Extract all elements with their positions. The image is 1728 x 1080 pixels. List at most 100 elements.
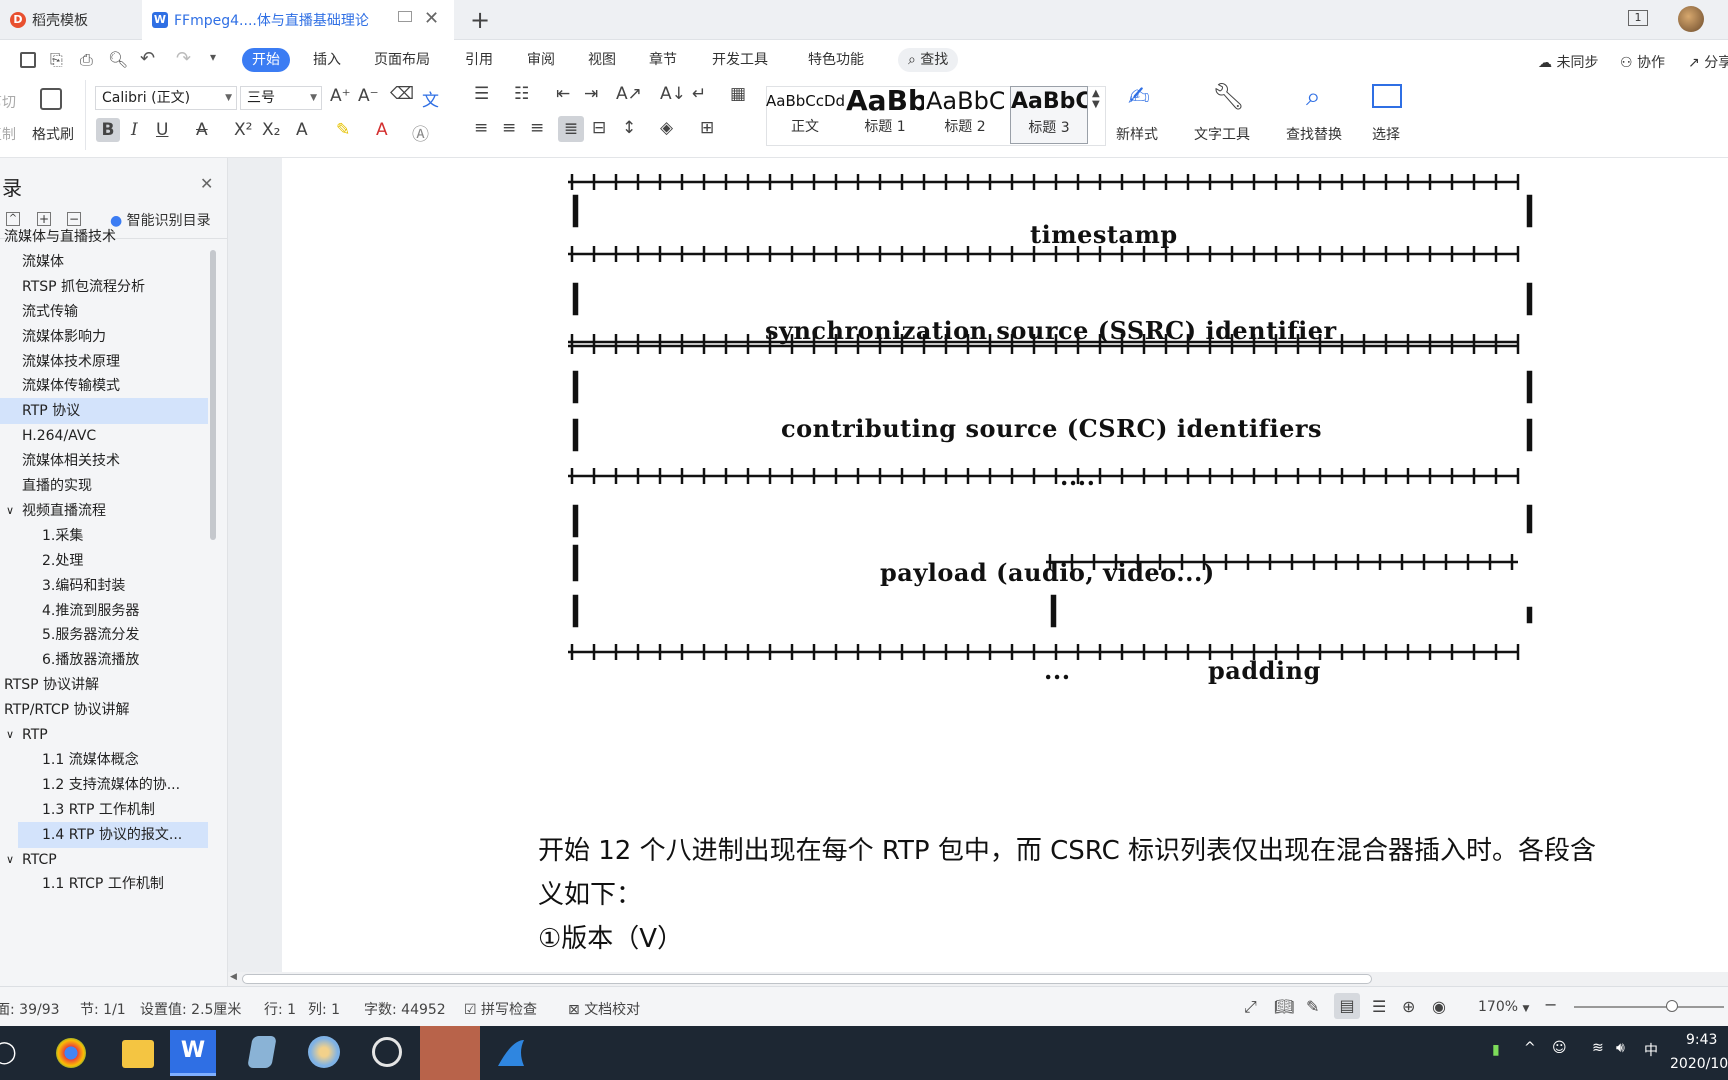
style-normal[interactable]: AaBbCcDd 正文 — [766, 86, 844, 144]
toc-item[interactable]: RTP — [22, 722, 200, 748]
wifi-icon[interactable]: ≋ — [1592, 1040, 1604, 1056]
table-icon[interactable]: ▦ — [730, 84, 746, 104]
chevron-down-icon[interactable]: ▾ — [210, 50, 216, 64]
menu-chapter[interactable]: 章节 — [649, 48, 677, 72]
spell-check-button[interactable]: ☑ 拼写检查 — [464, 999, 537, 1019]
grow-font-icon[interactable]: A⁺ — [330, 86, 351, 106]
cut-button[interactable]: 剪切 — [0, 92, 16, 112]
toc-item[interactable]: 流式传输 — [22, 299, 200, 325]
line-spacing-icon[interactable]: ↕ — [622, 118, 636, 138]
battery-icon[interactable]: ▮ — [1492, 1042, 1500, 1058]
menu-developer[interactable]: 开发工具 — [712, 48, 768, 72]
share-button[interactable]: ↗ 分享 — [1688, 52, 1728, 72]
scroll-left-icon[interactable]: ◀ — [230, 972, 237, 982]
tab-docer[interactable]: D 稻壳模板 — [0, 0, 138, 40]
toc-item[interactable]: 流媒体与直播技术 — [4, 224, 200, 250]
distribute-icon[interactable]: ⊟ — [592, 118, 606, 138]
toc-item[interactable]: RTSP 抓包流程分析 — [22, 274, 200, 300]
monitor-icon[interactable] — [398, 11, 412, 22]
start-icon[interactable]: ◯ — [0, 1040, 17, 1065]
obs-icon[interactable] — [372, 1037, 402, 1067]
gallery-scroll-icon[interactable]: ▲ ▼ — [1092, 88, 1100, 110]
menu-insert[interactable]: 插入 — [313, 48, 341, 72]
document-page[interactable]: timestamp synchronization source (SSRC) … — [282, 158, 1728, 986]
tab-document[interactable]: W FFmpeg4....体与直播基础理论 ✕ — [142, 0, 454, 40]
toc-item[interactable]: 1.采集 — [42, 523, 200, 549]
find-replace-button[interactable]: 查找替换 — [1286, 124, 1342, 144]
font-size-select[interactable]: 三号 ▼ — [240, 86, 322, 110]
fullscreen-icon[interactable]: ⤢ — [1244, 997, 1257, 1017]
increase-indent-icon[interactable]: ⇥ — [584, 84, 598, 104]
highlight-icon[interactable]: ✎ — [336, 120, 350, 140]
undo-icon[interactable]: ↶ — [140, 48, 155, 69]
shading-icon[interactable]: ◈ — [660, 118, 673, 138]
toc-item[interactable]: 1.1 流媒体概念 — [42, 747, 200, 773]
menu-view[interactable]: 视图 — [588, 48, 616, 72]
toc-item[interactable]: 2.处理 — [42, 548, 200, 574]
collaborate-button[interactable]: ⚇ 协作 — [1620, 52, 1665, 72]
menu-references[interactable]: 引用 — [465, 48, 493, 72]
new-style-button[interactable]: 新样式 — [1116, 124, 1158, 144]
bold-icon[interactable]: B — [96, 118, 120, 142]
chevron-down-icon[interactable]: ∨ — [6, 847, 14, 873]
clock-time[interactable]: 9:43 — [1686, 1032, 1717, 1048]
scrollbar-thumb[interactable] — [210, 250, 216, 540]
decrease-indent-icon[interactable]: ⇤ — [556, 84, 570, 104]
chevron-down-icon[interactable]: ∨ — [6, 498, 14, 524]
word-count[interactable]: 字数: 44952 — [364, 999, 446, 1019]
media-app-icon[interactable] — [420, 1026, 480, 1080]
toc-item[interactable]: 4.推流到服务器 — [42, 598, 200, 624]
toc-item[interactable]: H.264/AVC — [22, 423, 200, 449]
font-name-select[interactable]: Calibri (正文) ▼ — [95, 86, 237, 110]
ime-indicator[interactable]: 中 — [1644, 1040, 1658, 1060]
toc-item[interactable]: 流媒体影响力 — [22, 324, 200, 350]
slider-handle[interactable] — [1666, 1000, 1678, 1012]
text-effect-icon[interactable]: A — [296, 120, 308, 140]
preview-icon[interactable]: 🔍︎ — [108, 50, 128, 69]
underline-icon[interactable]: U — [156, 120, 168, 140]
toc-item[interactable]: 5.服务器流分发 — [42, 622, 200, 648]
notepad-icon[interactable] — [247, 1036, 277, 1068]
wireshark-icon[interactable] — [494, 1036, 528, 1070]
horizontal-scrollbar[interactable]: ◀ — [228, 972, 1728, 986]
align-left-icon[interactable]: ≡ — [474, 118, 488, 138]
redo-icon[interactable]: ↷ — [176, 48, 191, 69]
search-button[interactable]: ⌕ 查找 — [898, 48, 959, 72]
toc-item[interactable]: 1.4 RTP 协议的报文... — [42, 822, 200, 848]
style-heading-3[interactable]: AaBbC 标题 3 — [1010, 86, 1088, 144]
toc-item[interactable]: 流媒体技术原理 — [22, 349, 200, 375]
menu-layout[interactable]: 页面布局 — [374, 48, 430, 72]
menu-review[interactable]: 审阅 — [527, 48, 555, 72]
strikethrough-icon[interactable]: A — [196, 120, 208, 140]
align-center-icon[interactable]: ≡ — [502, 118, 516, 138]
subscript-icon[interactable]: X₂ — [262, 120, 280, 140]
char-border-icon[interactable]: Ⓐ — [412, 120, 429, 145]
toc-item[interactable]: RTSP 协议讲解 — [4, 672, 200, 698]
scrollbar-thumb[interactable] — [242, 974, 1372, 984]
menu-start[interactable]: 开始 — [242, 48, 290, 72]
outline-view-icon[interactable]: ☰ — [1372, 997, 1386, 1016]
align-right-icon[interactable]: ≡ — [530, 118, 544, 138]
paint-icon[interactable] — [308, 1036, 340, 1068]
numbered-list-icon[interactable]: ☷ — [514, 84, 529, 104]
toc-item[interactable]: 1.1 RTCP 工作机制 — [42, 871, 200, 897]
line-break-icon[interactable]: ↵ — [692, 84, 706, 104]
copy-button[interactable]: 复制 — [0, 124, 16, 144]
toc-item[interactable]: 视频直播流程 — [22, 498, 200, 524]
export-icon[interactable]: ⎘ — [50, 50, 63, 70]
bullet-list-icon[interactable]: ☰ — [474, 84, 489, 104]
page-view-icon[interactable]: ▤ — [1334, 993, 1360, 1019]
toc-item[interactable]: RTP 协议 — [22, 398, 200, 424]
edit-mode-icon[interactable]: ✎ — [1306, 997, 1319, 1016]
toc-item[interactable]: RTP/RTCP 协议讲解 — [4, 697, 200, 723]
justify-icon[interactable]: ≣ — [558, 116, 584, 142]
wps-writer-icon[interactable]: W — [170, 1030, 216, 1076]
reading-mode-icon[interactable]: 📖︎ — [1274, 997, 1294, 1016]
text-direction-icon[interactable]: A↗ — [616, 84, 642, 104]
chevron-down-icon[interactable]: ∨ — [6, 722, 14, 748]
zoom-slider[interactable] — [1574, 1000, 1724, 1012]
close-icon[interactable]: ✕ — [424, 8, 439, 29]
page-indicator[interactable]: 1 — [1628, 10, 1648, 26]
text-tools-button[interactable]: 文字工具 — [1194, 124, 1250, 144]
select-button[interactable]: 选择 — [1372, 124, 1400, 144]
